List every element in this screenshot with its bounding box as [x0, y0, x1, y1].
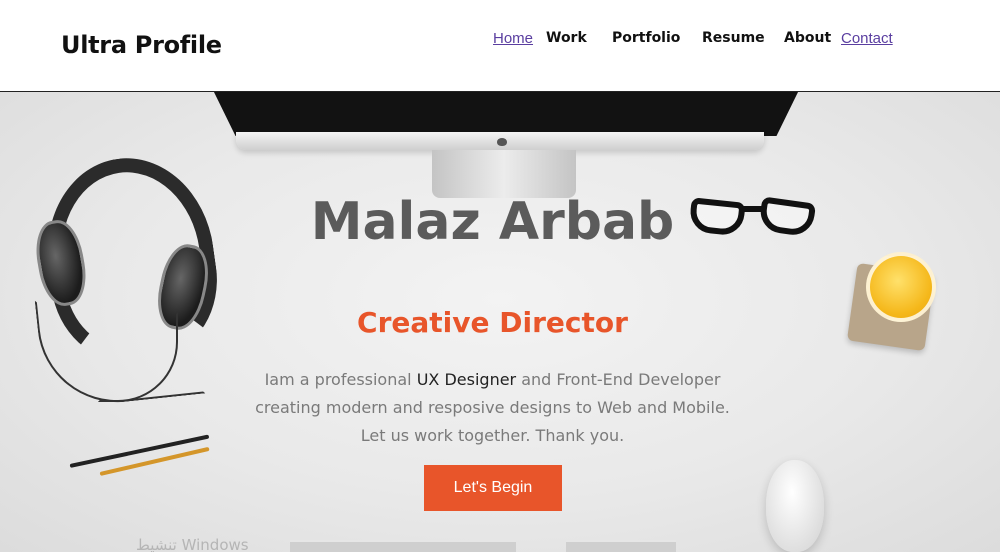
keyboard-image	[290, 540, 516, 552]
nav-portfolio[interactable]: Portfolio	[612, 30, 680, 46]
nav-resume[interactable]: Resume	[702, 30, 765, 46]
lets-begin-button[interactable]: Let's Begin	[424, 465, 562, 511]
hero-desc-text: Iam a professional	[264, 370, 417, 389]
mouse-image	[766, 460, 824, 552]
keyboard-image	[566, 540, 676, 552]
hero-role-subtitle: Creative Director	[357, 306, 628, 339]
hero-name-title: Malaz Arbab	[310, 192, 675, 252]
brand-logo[interactable]: Ultra Profile	[61, 31, 222, 59]
yellow-pencil-image	[99, 446, 210, 476]
windows-activation-watermark: تنشيط Windows	[136, 536, 249, 552]
hero-desc-line2: creating modern and resposive designs to…	[255, 398, 730, 417]
hero-desc-text: and Front-End Developer	[516, 370, 721, 389]
hero-desc-line3: Let us work together. Thank you.	[360, 426, 625, 445]
hero-section: Malaz Arbab Creative Director Iam a prof…	[0, 92, 1000, 552]
nav-home[interactable]: Home	[493, 30, 533, 47]
nav-contact[interactable]: Contact	[841, 30, 893, 47]
nav-work[interactable]: Work	[546, 30, 587, 46]
imac-stand-image	[432, 150, 576, 198]
site-header: Ultra Profile Home Work Portfolio Resume…	[0, 0, 1000, 92]
hero-description: Iam a professional UX Designer and Front…	[0, 366, 985, 450]
apple-logo-icon	[497, 138, 507, 146]
imac-screen-image	[212, 92, 800, 136]
hero-desc-highlight: UX Designer	[416, 370, 517, 389]
nav-about[interactable]: About	[784, 30, 831, 46]
